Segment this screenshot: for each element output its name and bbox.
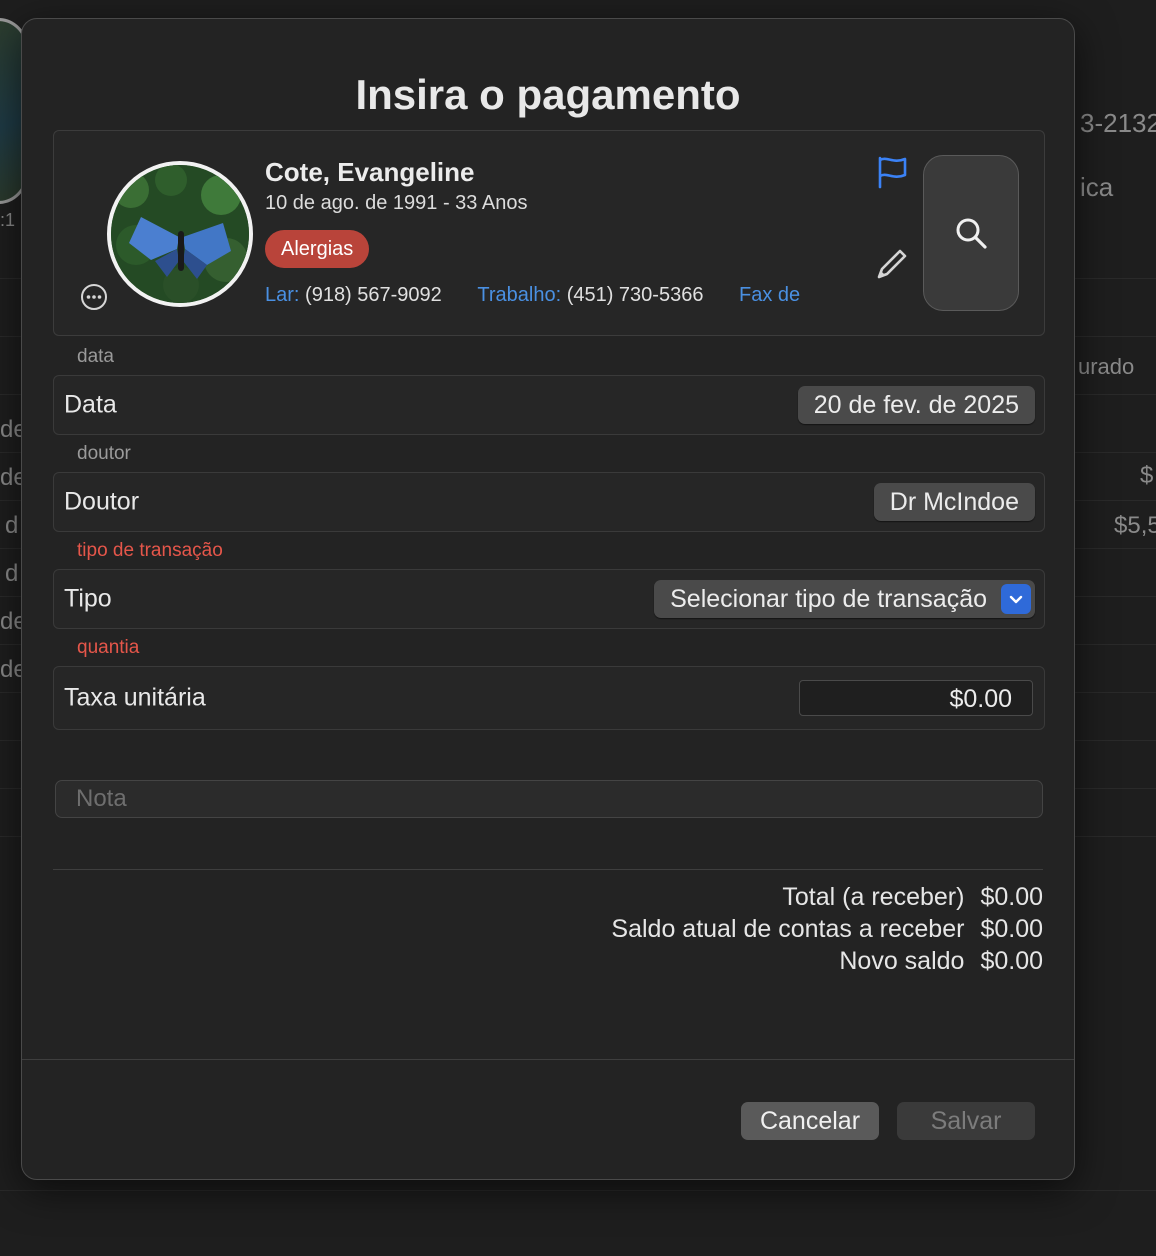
total-line: Novo saldo $0.00 [611, 945, 1043, 977]
phone-value: (918) 567-9092 [305, 284, 442, 306]
pencil-icon[interactable] [875, 247, 909, 281]
phone-label: Lar: [265, 284, 300, 306]
transaction-type-select[interactable]: Selecionar tipo de transação [654, 580, 1035, 618]
total-value: $0.00 [980, 947, 1043, 975]
total-line: Total (a receber) $0.00 [611, 881, 1043, 913]
cancel-button[interactable]: Cancelar [741, 1102, 879, 1140]
total-line: Saldo atual de contas a receber $0.00 [611, 913, 1043, 945]
note-input[interactable] [55, 780, 1043, 818]
avatar[interactable] [107, 161, 253, 307]
patient-name: Cote, Evangeline [265, 157, 475, 187]
type-section-label: tipo de transação [77, 540, 223, 561]
background-text: d [5, 560, 19, 587]
search-button[interactable] [923, 155, 1019, 311]
background-text: ica [1080, 172, 1114, 202]
date-label: Data [64, 390, 117, 419]
date-row: Data 20 de fev. de 2025 [53, 375, 1045, 435]
total-value: $0.00 [980, 883, 1043, 911]
date-picker-button[interactable]: 20 de fev. de 2025 [797, 386, 1035, 424]
background-text: :1 [0, 210, 16, 230]
phone-work[interactable]: Trabalho: (451) 730-5366 [477, 284, 703, 307]
chevron-down-icon [1001, 584, 1031, 614]
date-section-label: data [77, 346, 114, 367]
patient-dob: 10 de ago. de 1991 - 33 Anos [265, 192, 528, 214]
background-divider [0, 1190, 1156, 1191]
background-text: 3-2132 [1080, 108, 1156, 138]
phone-home[interactable]: Lar: (918) 567-9092 [265, 284, 442, 307]
phone-label: Trabalho: [477, 284, 562, 306]
save-button[interactable]: Salvar [897, 1102, 1035, 1140]
doctor-section-label: doutor [77, 443, 131, 464]
phone-fax[interactable]: Fax de [739, 284, 800, 307]
transaction-type-value: Selecionar tipo de transação [670, 585, 987, 613]
unit-fee-field[interactable]: $0.00 [799, 680, 1033, 716]
amount-label: Taxa unitária [64, 683, 206, 712]
type-label: Tipo [64, 584, 112, 613]
more-icon[interactable] [80, 283, 108, 311]
footer-divider [22, 1059, 1074, 1060]
amount-row: Taxa unitária $0.00 [53, 666, 1045, 730]
totals-summary: Total (a receber) $0.00 Saldo atual de co… [611, 881, 1043, 977]
doctor-label: Doutor [64, 487, 140, 516]
phone-label: Fax de [739, 284, 801, 306]
doctor-select-button[interactable]: Dr McIndoe [873, 483, 1035, 521]
flag-icon[interactable] [875, 155, 909, 189]
butterfly-photo [111, 165, 249, 303]
phone-list: Lar: (918) 567-9092 Trabalho: (451) 730-… [265, 284, 837, 307]
type-row: Tipo Selecionar tipo de transação [53, 569, 1045, 629]
payment-sheet: Insira o pagamento Cote, Evangeline 10 d… [21, 18, 1075, 1180]
patient-card: Cote, Evangeline 10 de ago. de 1991 - 33… [53, 130, 1045, 336]
background-text: $ [1140, 462, 1154, 489]
background-text: d [5, 512, 19, 539]
total-label: Novo saldo [839, 947, 965, 975]
total-label: Saldo atual de contas a receber [611, 915, 965, 943]
background-text: $5,5 [1114, 512, 1156, 539]
amount-section-label: quantia [77, 637, 140, 658]
totals-divider [53, 869, 1043, 870]
total-value: $0.00 [980, 915, 1043, 943]
sheet-title: Insira o pagamento [355, 71, 741, 118]
total-label: Total (a receber) [782, 883, 965, 911]
allergy-badge[interactable]: Alergias [265, 230, 370, 268]
phone-value: (451) 730-5366 [566, 284, 704, 306]
background-text: urado [1078, 354, 1135, 379]
search-icon [956, 218, 987, 249]
doctor-row: Doutor Dr McIndoe [53, 472, 1045, 532]
